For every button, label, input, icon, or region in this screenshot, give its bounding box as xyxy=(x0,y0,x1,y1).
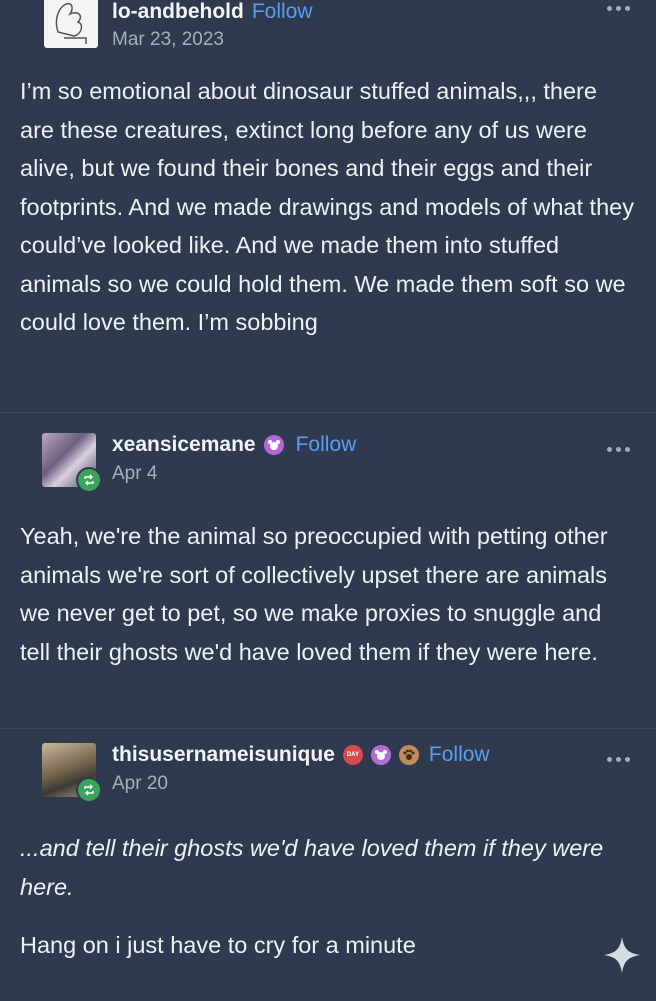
more-options-icon[interactable] xyxy=(607,6,630,11)
username[interactable]: thisusernameisunique xyxy=(112,743,335,767)
username[interactable]: lo-andbehold xyxy=(112,0,244,24)
more-options-icon[interactable] xyxy=(607,447,630,452)
avatar[interactable] xyxy=(42,433,102,493)
post-date[interactable]: Apr 4 xyxy=(112,463,356,485)
crab-badge-icon xyxy=(370,745,391,765)
badge-label: DAY xyxy=(346,752,359,758)
username[interactable]: xeansicemane xyxy=(112,433,256,457)
post-3: thisusernameisunique DAY Follow Apr 20 .… xyxy=(0,728,656,1001)
paw-badge-icon xyxy=(398,745,419,765)
more-options-icon[interactable] xyxy=(607,757,630,762)
sparkle-icon xyxy=(602,935,642,980)
post-header: xeansicemane Follow Apr 4 xyxy=(20,413,634,503)
post-date[interactable]: Mar 23, 2023 xyxy=(112,29,313,51)
follow-button[interactable]: Follow xyxy=(296,433,357,457)
post-body: I’m so emotional about dinosaur stuffed … xyxy=(20,78,634,335)
follow-button[interactable]: Follow xyxy=(252,0,313,24)
day-badge-icon: DAY xyxy=(342,745,363,765)
repost-badge-icon xyxy=(76,467,102,493)
quoted-text: ...and tell their ghosts we'd have loved… xyxy=(20,835,604,900)
post-meta: thisusernameisunique DAY Follow Apr 20 xyxy=(112,743,490,795)
avatar[interactable] xyxy=(44,0,98,48)
post-2: xeansicemane Follow Apr 4 Yeah, we're th… xyxy=(0,412,656,728)
post-header: lo-andbehold Follow Mar 23, 2023 xyxy=(20,0,634,62)
post-body: Hang on i just have to cry for a minute xyxy=(20,932,416,958)
post-1: lo-andbehold Follow Mar 23, 2023 I’m so … xyxy=(0,0,656,412)
repost-badge-icon xyxy=(76,777,102,803)
post-date[interactable]: Apr 20 xyxy=(112,773,490,795)
post-meta: xeansicemane Follow Apr 4 xyxy=(112,433,356,485)
avatar[interactable] xyxy=(42,743,102,803)
post-header: thisusernameisunique DAY Follow Apr 20 xyxy=(20,729,634,817)
avatar-drawing xyxy=(55,2,87,44)
follow-button[interactable]: Follow xyxy=(429,743,490,767)
post-body: Yeah, we're the animal so preoccupied wi… xyxy=(20,523,608,665)
crab-badge-icon xyxy=(263,435,284,455)
post-meta: lo-andbehold Follow Mar 23, 2023 xyxy=(112,0,313,51)
